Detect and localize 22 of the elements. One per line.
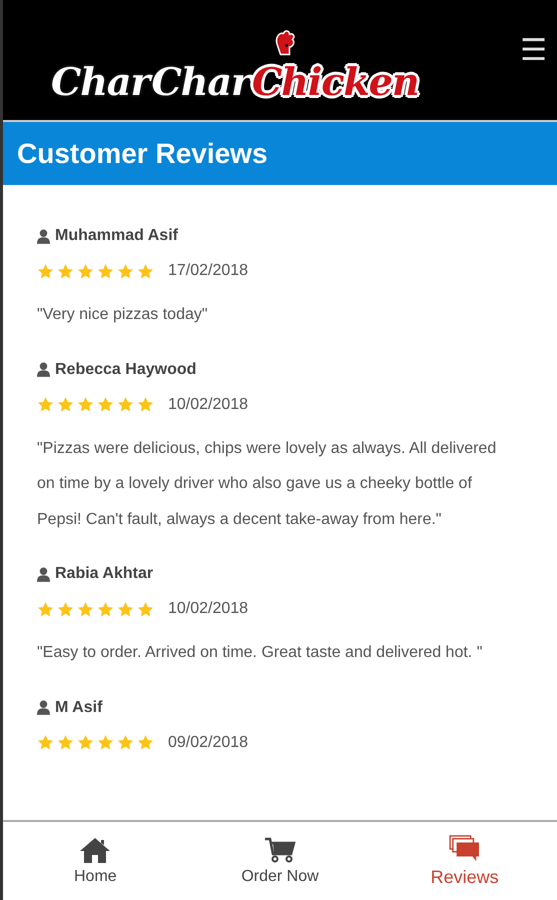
reviewer-name: Muhammad Asif (55, 227, 178, 245)
reviewer-name: Rebecca Haywood (55, 360, 196, 378)
reviewer-name: Rabia Akhtar (55, 565, 154, 583)
page-title: Customer Reviews (17, 138, 268, 170)
user-icon (37, 700, 50, 715)
user-icon (37, 228, 50, 244)
review-text: "Easy to order. Arrived on time. Great taste and delivered hot. " (37, 643, 484, 663)
review-text: "Pizzas were delicious, chips were lovely as always. All delivered on time by a lovely driver who also gave us a cheeky bottle of Pepsi! Can't fault, always a decent take-away from here." (37, 438, 498, 530)
user-icon (37, 566, 50, 582)
reviewer-name: M Asif (55, 698, 102, 716)
logo-text: Chicken (252, 63, 419, 101)
review-date: 09/02/2018 (168, 734, 248, 752)
menu-button[interactable]: ☰ (520, 32, 547, 68)
home-icon (79, 836, 112, 864)
review-date: 10/02/2018 (168, 600, 248, 618)
user-icon (37, 362, 50, 377)
logo-text: Char (152, 63, 250, 101)
cart-icon (264, 836, 296, 864)
review-date: 10/02/2018 (168, 396, 248, 414)
chat-bubbles-icon (448, 834, 481, 862)
review-date: 17/02/2018 (168, 262, 248, 280)
review-text: "Very nice pizzas today" (37, 305, 209, 325)
